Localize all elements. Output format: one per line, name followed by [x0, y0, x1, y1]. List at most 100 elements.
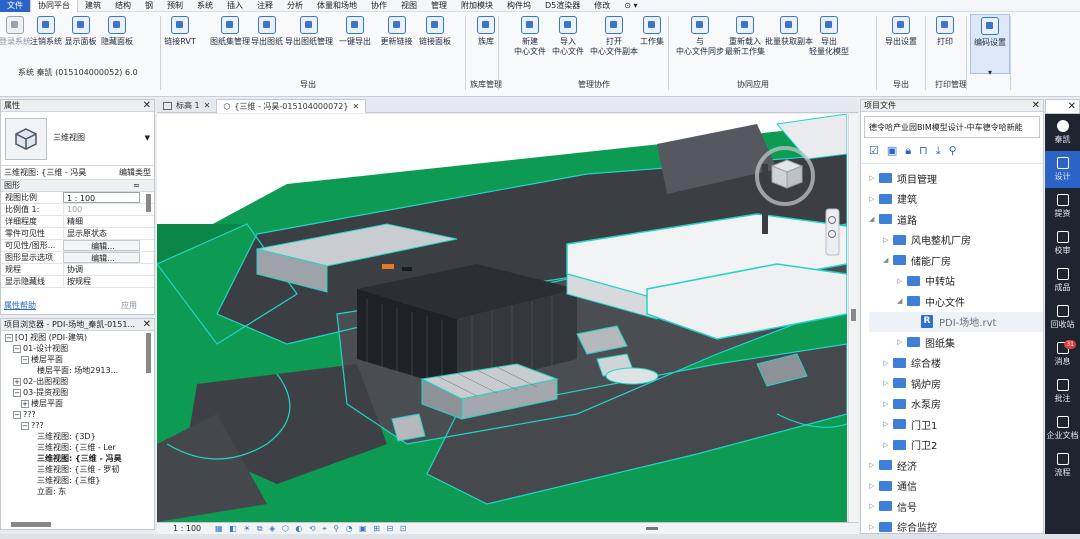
expand-icon[interactable]: ▷	[869, 523, 879, 531]
viewport-scrollbar[interactable]	[848, 114, 858, 522]
expand-icon[interactable]: ▷	[897, 338, 907, 346]
ribbon-button[interactable]: 更新链接	[378, 14, 415, 74]
ribbon-button[interactable]: 一键导出	[335, 14, 375, 74]
folder-item[interactable]: ▷ 水泵房	[869, 394, 1043, 415]
expand-icon[interactable]: ▷	[883, 359, 893, 367]
menu-item[interactable]: 视图	[394, 0, 424, 12]
folder-item[interactable]: ▷ 门卫1	[869, 414, 1043, 435]
menu-item[interactable]: D5渲染器	[538, 0, 587, 12]
browser-hscrollbar[interactable]	[11, 522, 51, 527]
browser-item[interactable]: 三维视图: {三维}	[1, 475, 154, 486]
folder-item[interactable]: ▷ 建筑	[869, 189, 1043, 210]
collapse-icon[interactable]: −	[13, 344, 21, 353]
ribbon-button[interactable]: 链接RVT	[163, 14, 197, 74]
ribbon-button[interactable]: 编码设置	[970, 14, 1010, 74]
sidebar-item-avatar[interactable]: 秦凯	[1045, 114, 1080, 151]
expand-icon[interactable]: ▷	[883, 379, 893, 387]
browser-item[interactable]: −01-设计视图	[1, 343, 154, 354]
browser-item[interactable]: 三维视图: {3D}	[1, 431, 154, 442]
browser-item[interactable]: − 楼层平面	[1, 354, 154, 365]
browser-item[interactable]: 楼层平面: 场地2913...	[1, 365, 154, 376]
collapse-icon[interactable]: ◢	[883, 256, 893, 264]
folder-item[interactable]: ▷ 综合楼	[869, 353, 1043, 374]
collapse-icon[interactable]: ◢	[897, 297, 907, 305]
browser-item[interactable]: 三维视图: {三维 - 罗韧	[1, 464, 154, 475]
ribbon-button[interactable]: 族库	[475, 14, 497, 74]
ribbon-button[interactable]: 新建 中心文件	[512, 14, 548, 74]
scale-display[interactable]: 1 : 100	[157, 524, 215, 533]
ribbon-button[interactable]: 导出图纸	[251, 14, 283, 74]
collapse-icon[interactable]: −	[13, 388, 21, 397]
property-value[interactable]: 精细	[63, 216, 154, 227]
expand-icon[interactable]: ▷	[883, 236, 893, 244]
menu-item[interactable]: 分析	[280, 0, 310, 12]
ribbon-button[interactable]: 工作集	[638, 14, 666, 74]
browser-item[interactable]: −03-提资视图	[1, 387, 154, 398]
folder-item[interactable]: ▷ 门卫2	[869, 435, 1043, 456]
download-icon[interactable]: ⤓	[936, 144, 941, 158]
folder-item[interactable]: ◢ 储能厂房	[869, 250, 1043, 271]
menu-item[interactable]: 附加模块	[454, 0, 500, 12]
folder-item[interactable]: ▷ 项目管理	[869, 168, 1043, 189]
collapse-icon[interactable]: ◢	[869, 215, 879, 223]
sidebar-item-annotate[interactable]: 批注	[1045, 373, 1080, 410]
browser-item[interactable]: 三维视图: {三维 - 冯昊	[1, 453, 154, 464]
ribbon-button[interactable]: 导出设置	[881, 14, 921, 74]
folder-item[interactable]: ◢ 中心文件	[869, 291, 1043, 312]
ribbon-button[interactable]: 导入 中心文件	[550, 14, 586, 74]
folder-item[interactable]: ▷ 通信	[869, 476, 1043, 497]
ribbon-button[interactable]: 链接面板	[415, 14, 455, 74]
properties-help-link[interactable]: 属性帮助	[4, 300, 36, 312]
menu-item[interactable]: 钢	[138, 0, 160, 12]
sidebar-item-review[interactable]: 校审	[1045, 225, 1080, 262]
3d-viewport[interactable]	[157, 114, 847, 522]
folder-item[interactable]: ▷ 锅炉房	[869, 373, 1043, 394]
menu-item[interactable]: 预制	[160, 0, 190, 12]
menu-item[interactable]: 插入	[220, 0, 250, 12]
folder-item[interactable]: ▷ 图纸集	[869, 332, 1043, 353]
checklist-icon[interactable]: ☑	[869, 144, 879, 157]
unlock-icon[interactable]: ⊓	[919, 144, 928, 157]
close-tab-icon[interactable]: ✕	[204, 99, 211, 113]
expand-icon[interactable]: ▷	[869, 461, 879, 469]
collapse-icon[interactable]: −	[13, 410, 21, 419]
edit-type-button[interactable]: 编辑类型	[119, 166, 154, 179]
property-value[interactable]: 协调	[63, 264, 154, 275]
ribbon-button[interactable]: 重新载入 最新工作集	[722, 14, 768, 74]
menu-item[interactable]: 结构	[108, 0, 138, 12]
collapse-icon[interactable]: ≈	[133, 180, 140, 192]
folder-item[interactable]: ▷ 风电整机厂房	[869, 230, 1043, 251]
ribbon-button[interactable]: 导出 轻量化模型	[809, 14, 849, 74]
expand-icon[interactable]: ▷	[897, 277, 907, 285]
ribbon-button[interactable]: 与 中心文件同步	[675, 14, 725, 74]
property-value[interactable]: 1 : 100	[63, 192, 140, 203]
collapse-icon[interactable]: −	[21, 355, 29, 364]
close-tab-icon[interactable]: ✕	[352, 100, 359, 114]
menu-item[interactable]: 协同平台	[30, 0, 78, 12]
ribbon-button[interactable]: 图纸集管理	[210, 14, 250, 74]
expand-icon[interactable]: ▷	[869, 482, 879, 490]
view-control-icons[interactable]: ▦ ◧ ☀ ⧉ ◈ ⬡ ◐ ⟲ ⌖ ⚲ ◔ ▣ ⊞ ⊟ ⊡	[215, 524, 408, 534]
browser-item[interactable]: 立面: 东	[1, 486, 154, 497]
browser-item[interactable]: − [O] 视图 (PDI-建筑)	[1, 332, 154, 343]
properties-scrollbar[interactable]	[146, 194, 151, 212]
tab-3d-view[interactable]: ⬡ {三维 - 冯昊-015104000072} ✕	[216, 99, 367, 114]
ribbon-button[interactable]: 导出图纸管理	[283, 14, 335, 74]
file-item[interactable]: R PDI-场地.rvt	[869, 311, 1043, 332]
folder-item[interactable]: ▷ 中转站	[869, 271, 1043, 292]
menu-item[interactable]: 修改	[587, 0, 617, 12]
menu-item[interactable]: 系统	[190, 0, 220, 12]
search-icon[interactable]: ⚲	[949, 144, 957, 157]
browser-item[interactable]: +02-出图视图	[1, 376, 154, 387]
close-icon[interactable]: ✕	[1045, 99, 1080, 114]
ribbon-button[interactable]: 隐藏面板	[99, 14, 135, 74]
sidebar-item-flow[interactable]: 流程	[1045, 447, 1080, 484]
browser-item[interactable]: 三维视图: {三维 - Ler	[1, 442, 154, 453]
collapse-icon[interactable]: −	[21, 421, 29, 430]
close-icon[interactable]: ✕	[143, 319, 151, 330]
expand-icon[interactable]: +	[13, 377, 21, 386]
menu-item[interactable]: 文件	[0, 0, 30, 12]
view-selector[interactable]: 三维视图: {三维 - 冯昊	[4, 166, 86, 179]
close-icon[interactable]: ✕	[1032, 100, 1040, 111]
folder-item[interactable]: ◢ 道路	[869, 209, 1043, 230]
